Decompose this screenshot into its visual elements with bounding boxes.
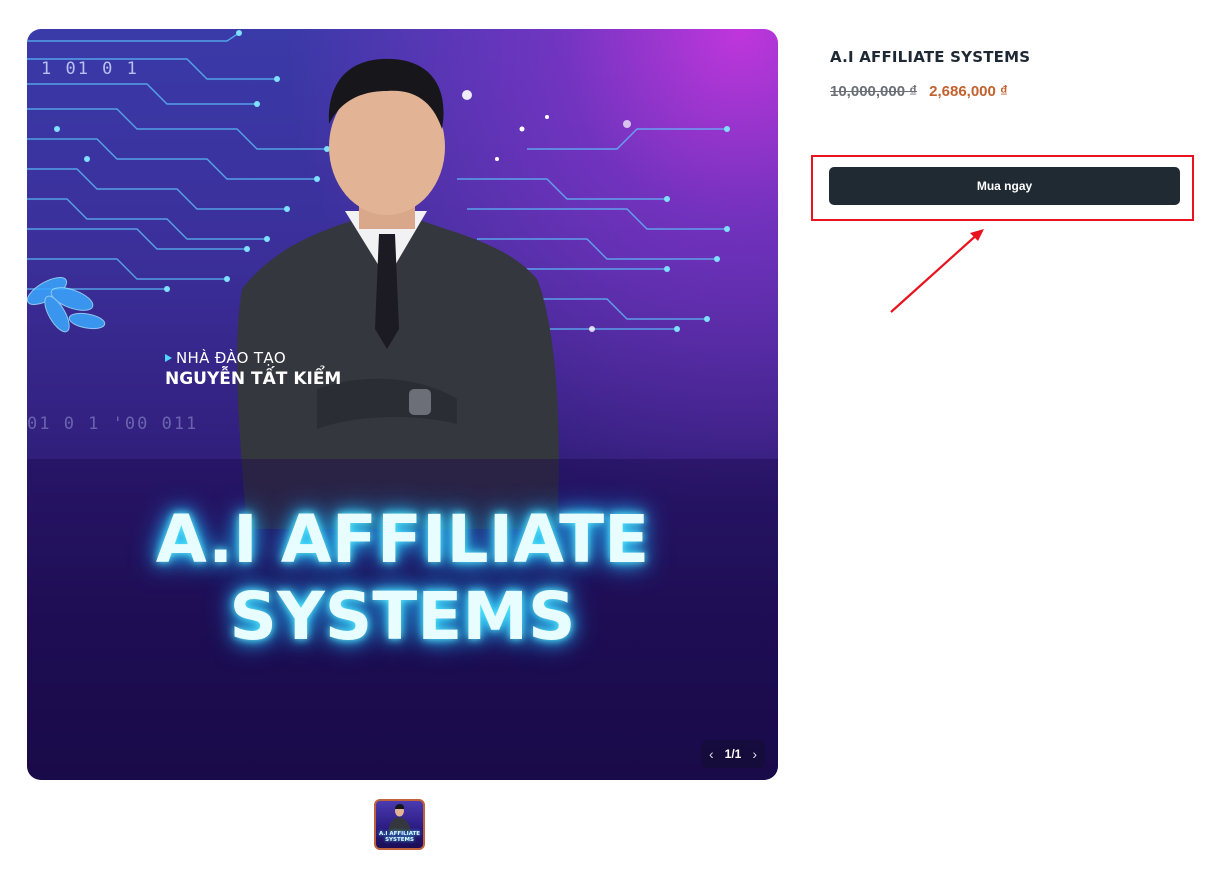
trainer-caption: NHÀ ĐÀO TẠO NGUYỄN TẤT KIỂM [165, 349, 341, 389]
thumbnail-person [388, 804, 411, 831]
thumbnail-title: A.I AFFILIATE SYSTEMS [378, 831, 421, 843]
gallery-pager: ‹ 1/1 › [701, 740, 765, 768]
chevron-left-icon[interactable]: ‹ [709, 746, 714, 762]
binary-digits-top: 1 01 0 1 [41, 59, 139, 79]
product-info: A.I AFFILIATE SYSTEMS 10,000,000 ₫ 2,686… [830, 48, 1190, 100]
pager-count: 1/1 [724, 747, 742, 761]
product-main-image[interactable]: 1 01 0 1 01 0 1 '00 011 NHÀ ĐÀO TẠO NGUY… [27, 29, 778, 780]
trainer-role: NHÀ ĐÀO TẠO [165, 349, 341, 367]
annotation-arrow-icon [890, 229, 984, 313]
chevron-right-icon[interactable]: › [752, 746, 757, 762]
binary-digits-mid: 01 0 1 '00 011 [27, 414, 199, 434]
original-price: 10,000,000 ₫ [830, 83, 917, 100]
trainer-photo [237, 58, 559, 529]
circuit-background [27, 30, 778, 780]
price-block: 10,000,000 ₫ 2,686,000 ₫ [830, 83, 1190, 100]
product-title: A.I AFFILIATE SYSTEMS [830, 48, 1031, 66]
play-triangle-icon [165, 354, 172, 362]
sale-price: 2,686,000 ₫ [929, 83, 1008, 100]
gallery-thumbnail[interactable]: A.I AFFILIATE SYSTEMS [374, 799, 425, 850]
image-headline-line1: A.I AFFILIATE [155, 501, 650, 578]
trainer-name: NGUYỄN TẤT KIỂM [165, 369, 342, 389]
image-headline-line2: SYSTEMS [229, 578, 576, 655]
buy-now-button[interactable]: Mua ngay [829, 167, 1180, 205]
